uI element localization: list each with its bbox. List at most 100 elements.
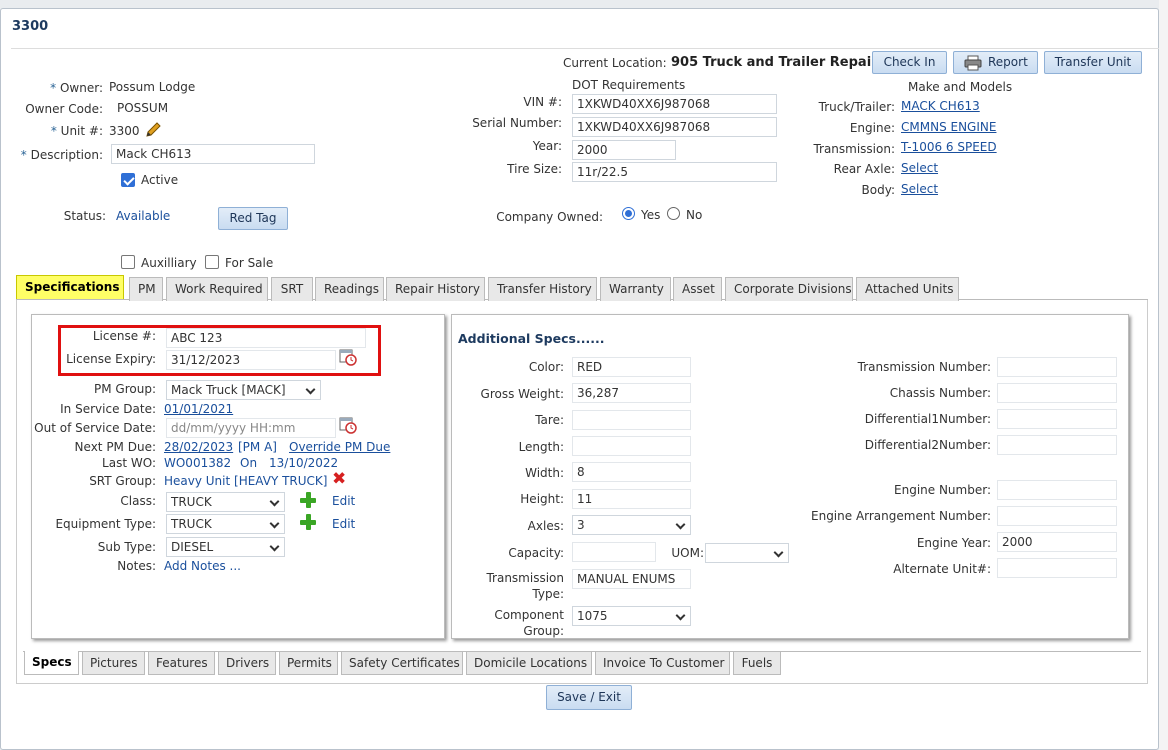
differential2-input[interactable] [997,435,1117,455]
tab-asset[interactable]: Asset [673,277,722,301]
srt-group-value[interactable]: Heavy Unit [HEAVY TRUCK] [164,474,327,488]
tab-drivers[interactable]: Drivers [218,652,276,675]
serial-input[interactable]: 1XKWD40XX6J987068 [572,117,777,137]
transmission-number-input[interactable] [997,357,1117,377]
add-notes-link[interactable]: Add Notes ... [164,559,241,573]
tab-specifications[interactable]: Specifications [16,275,124,299]
capacity-label: Capacity: [508,546,564,560]
report-label: Report [988,55,1028,69]
engine-link[interactable]: CMMNS ENGINE [901,120,996,134]
transmission-link[interactable]: T-1006 6 SPEED [901,140,997,154]
tab-features[interactable]: Features [148,652,215,675]
tab-pm[interactable]: PM [129,277,163,301]
red-tag-button[interactable]: Red Tag [218,207,288,230]
chassis-number-input[interactable] [997,383,1117,403]
engine-year-input[interactable]: 2000 [997,532,1117,552]
chevron-down-icon [675,519,686,530]
owner-code-value: POSSUM [117,101,169,115]
add-class-icon[interactable] [300,492,316,508]
check-in-button[interactable]: Check In [872,51,947,74]
tire-size-input[interactable]: 11r/22.5 [572,162,777,182]
year-input[interactable]: 2000 [572,140,676,160]
component-group-label-1: Component [494,608,564,622]
capacity-input[interactable] [572,542,656,562]
license-highlight-box [58,325,381,376]
remove-x-icon[interactable]: ✖ [332,471,346,488]
tab-transfer-history[interactable]: Transfer History [488,277,597,301]
company-owned-label: Company Owned: [496,210,603,224]
description-input[interactable]: Mack CH613 [111,144,315,164]
body-link[interactable]: Select [901,182,938,196]
next-pm-link[interactable]: 28/02/2023 [164,440,233,454]
rear-axle-link[interactable]: Select [901,161,938,175]
color-input[interactable]: RED [572,357,691,377]
tab-warranty[interactable]: Warranty [600,277,671,301]
alternate-unit-input[interactable] [997,558,1117,578]
transmission-type-label-2: Type: [532,587,564,601]
uom-select[interactable] [705,543,789,563]
tab-attached-units[interactable]: Attached Units [856,277,959,301]
tab-fuels[interactable]: Fuels [733,652,781,675]
tab-permits[interactable]: Permits [279,652,338,675]
equipment-edit-link[interactable]: Edit [332,517,355,531]
transmission-type-input[interactable]: MANUAL ENUMS [572,569,691,589]
vin-input[interactable]: 1XKWD40XX6J987068 [572,94,777,114]
override-pm-link[interactable]: Override PM Due [289,440,390,454]
active-checkbox[interactable] [121,173,135,187]
axles-select[interactable]: 3 [572,515,691,535]
in-service-link[interactable]: 01/01/2021 [164,402,233,416]
tare-input[interactable] [572,410,691,430]
sub-type-select[interactable]: DIESEL [166,537,285,557]
engine-label: Engine: [849,121,895,135]
dialog-title: 3300 [12,19,49,34]
tab-invoice-to-customer[interactable]: Invoice To Customer [595,652,730,675]
length-input[interactable] [572,436,691,456]
transfer-unit-button[interactable]: Transfer Unit [1044,51,1142,74]
active-label: Active [141,173,179,187]
width-input[interactable]: 8 [572,462,691,482]
tire-size-label: Tire Size: [507,162,562,176]
chevron-down-icon [675,610,686,621]
additional-specs-panel: Additional Specs...... Color: RED Gross … [451,314,1129,639]
for-sale-checkbox[interactable] [205,255,219,269]
class-select[interactable]: TRUCK [166,492,285,512]
class-edit-link[interactable]: Edit [332,494,355,508]
tab-readings[interactable]: Readings [315,277,384,301]
save-exit-button[interactable]: Save / Exit [546,685,632,710]
company-owned-yes-radio[interactable] [622,207,635,220]
differential1-label: Differential1Number: [864,412,991,426]
out-of-service-input[interactable]: dd/mm/yyyy HH:mm [166,418,336,438]
differential1-input[interactable] [997,409,1117,429]
tab-corporate-divisions[interactable]: Corporate Divisions [725,277,853,301]
unit-dialog: 3300 Current Location: 905 Truck and Tra… [0,8,1159,750]
engine-number-input[interactable] [997,480,1117,500]
component-group-select[interactable]: 1075 [572,606,691,626]
tab-pictures[interactable]: Pictures [82,652,145,675]
gross-weight-input[interactable]: 36,287 [572,383,691,403]
auxiliary-checkbox[interactable] [121,255,135,269]
chevron-down-icon [269,496,280,507]
tab-safety-certificates[interactable]: Safety Certificates [341,652,463,675]
truck-trailer-link[interactable]: MACK CH613 [901,99,980,113]
pm-group-select[interactable]: Mack Truck [MACK] [166,380,321,400]
calendar-clock-icon[interactable] [339,416,357,434]
unit-number-label: * Unit #: [50,124,103,138]
company-owned-no-radio[interactable] [667,207,680,220]
transmission-number-label: Transmission Number: [857,360,991,374]
tab-specs[interactable]: Specs [24,651,79,675]
pencil-icon[interactable] [144,121,162,139]
chevron-down-icon [269,541,280,552]
add-equipment-icon[interactable] [300,514,316,530]
background-page-edge [1159,0,1168,750]
tab-repair-history[interactable]: Repair History [386,277,485,301]
engine-arrangement-input[interactable] [997,506,1117,526]
last-wo-value[interactable]: WO001382 [164,456,231,470]
last-wo-label: Last WO: [102,456,156,470]
tab-srt[interactable]: SRT [271,277,313,301]
tab-work-required[interactable]: Work Required [166,277,268,301]
report-button[interactable]: Report [953,51,1038,74]
height-input[interactable]: 11 [572,489,691,509]
notes-label: Notes: [117,559,156,573]
tab-domicile-locations[interactable]: Domicile Locations [466,652,592,675]
equipment-type-select[interactable]: TRUCK [166,514,285,534]
